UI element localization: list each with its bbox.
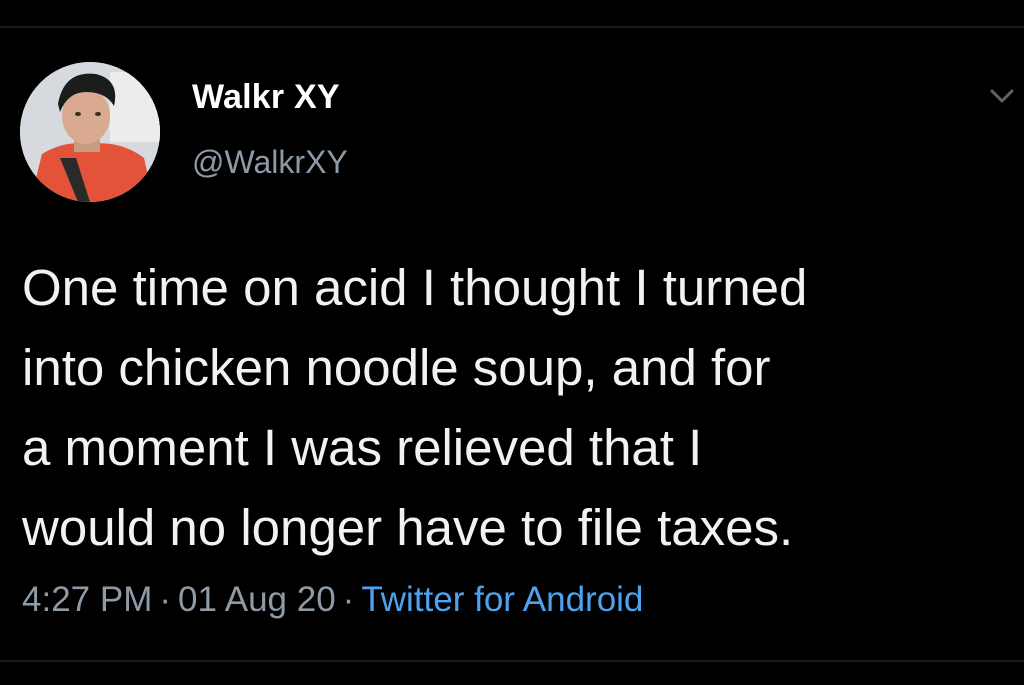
tweet-date[interactable]: 01 Aug 20 — [178, 580, 336, 619]
meta-separator: · — [342, 580, 355, 619]
user-handle[interactable]: @WalkrXY — [192, 144, 348, 181]
meta-separator: · — [159, 580, 172, 619]
tweet-text-line: a moment I was relieved that I — [22, 419, 703, 476]
tweet-text-line: into chicken noodle soup, and for — [22, 339, 771, 396]
bottom-divider — [0, 660, 1024, 662]
avatar[interactable] — [20, 62, 160, 202]
tweet-meta: 4:27 PM · 01 Aug 20 · Twitter for Android — [22, 580, 643, 620]
tweet-source-link[interactable]: Twitter for Android — [361, 580, 643, 619]
chevron-down-icon[interactable] — [986, 84, 1018, 108]
tweet-time[interactable]: 4:27 PM — [22, 580, 152, 619]
tweet-card: Walkr XY @WalkrXY One time on acid I tho… — [0, 0, 1024, 685]
display-name[interactable]: Walkr XY — [192, 78, 340, 117]
tweet-text-line: would no longer have to file taxes. — [22, 499, 794, 556]
tweet-text-line: One time on acid I thought I turned — [22, 259, 808, 316]
tweet-text: One time on acid I thought I turned into… — [22, 248, 1012, 568]
avatar-image — [20, 62, 160, 202]
